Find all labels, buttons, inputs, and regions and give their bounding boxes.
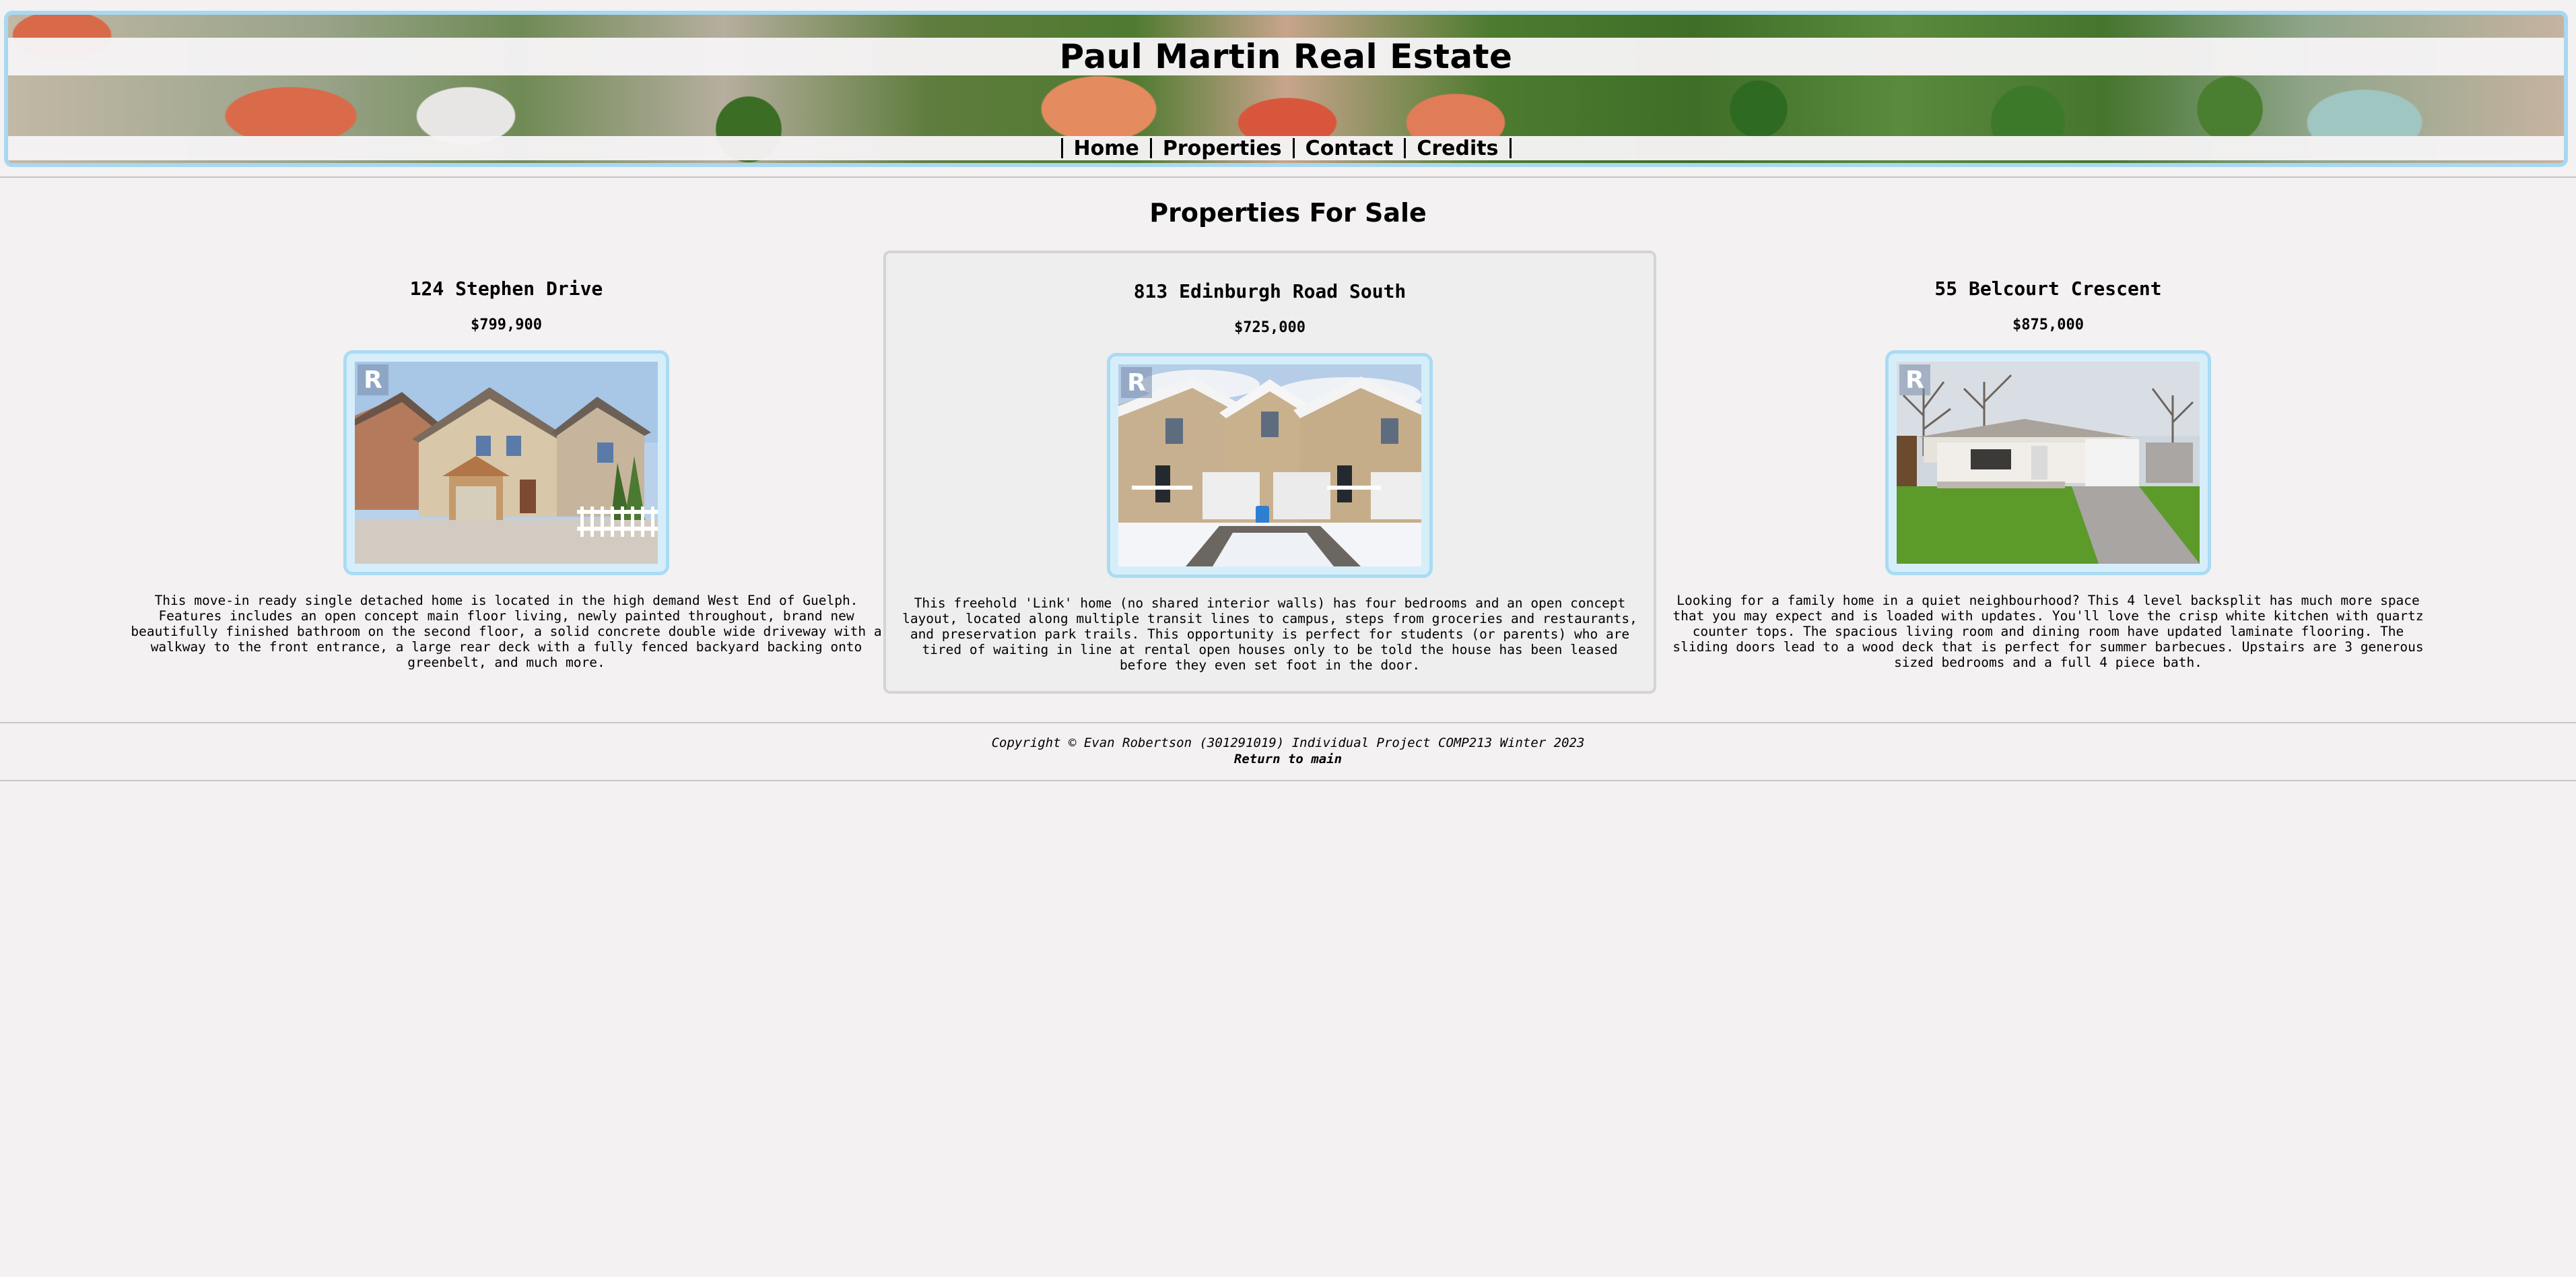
property-price: $875,000 [2012, 317, 2084, 333]
realtor-logo-icon: R [358, 364, 388, 395]
footer-bottom-divider [0, 780, 2576, 781]
property-price: $799,900 [471, 317, 542, 333]
property-photo-frame: R [343, 350, 669, 575]
nav-properties-link[interactable]: Properties [1163, 137, 1282, 160]
property-photo-frame: R [1885, 350, 2211, 575]
nav-divider [1292, 138, 1295, 158]
property-title: 813 Edinburgh Road South [1133, 280, 1406, 302]
property-description: This freehold 'Link' home (no shared int… [902, 595, 1637, 673]
main-nav: Home Properties Contact Credits [8, 136, 2564, 160]
property-card-edinburgh: 813 Edinburgh Road South $725,000 R This… [883, 251, 1656, 694]
nav-contact-link[interactable]: Contact [1306, 137, 1394, 160]
property-price: $725,000 [1234, 319, 1306, 336]
nav-divider [1404, 138, 1406, 158]
nav-divider [1509, 138, 1512, 158]
house-photo-image [1897, 362, 2200, 564]
nav-divider [1060, 138, 1063, 158]
property-description: Looking for a family home in a quiet nei… [1672, 593, 2424, 670]
property-photo[interactable]: R [355, 362, 658, 564]
property-card-stephen: 124 Stephen Drive $799,900 R This move-i… [120, 251, 893, 694]
site-header-banner: Paul Martin Real Estate Home Properties … [4, 11, 2568, 167]
title-band: Paul Martin Real Estate [8, 37, 2564, 76]
property-photo[interactable]: R [1897, 362, 2200, 564]
copyright-text: Copyright © Evan Robertson (301291019) I… [991, 735, 1585, 750]
house-photo-image [1118, 364, 1421, 566]
footer-top-divider [0, 722, 2576, 723]
page-heading: Properties For Sale [1149, 198, 1427, 228]
site-title: Paul Martin Real Estate [1059, 37, 1513, 76]
nav-credits-link[interactable]: Credits [1417, 137, 1498, 160]
realtor-logo-icon: R [1899, 364, 1930, 395]
property-photo-frame: R [1107, 353, 1433, 578]
nav-home-link[interactable]: Home [1074, 137, 1139, 160]
return-to-main-link[interactable]: Return to main [0, 752, 2576, 766]
property-card-belcourt: 55 Belcourt Crescent $875,000 R Looking … [1662, 251, 2435, 694]
property-description: This move-in ready single detached home … [131, 593, 882, 670]
property-photo[interactable]: R [1118, 364, 1421, 566]
property-title: 55 Belcourt Crescent [1934, 277, 2162, 300]
header-divider [0, 176, 2576, 178]
property-title: 124 Stephen Drive [409, 277, 603, 300]
realtor-logo-icon: R [1121, 367, 1152, 398]
nav-divider [1149, 138, 1152, 158]
house-photo-image [355, 362, 658, 564]
